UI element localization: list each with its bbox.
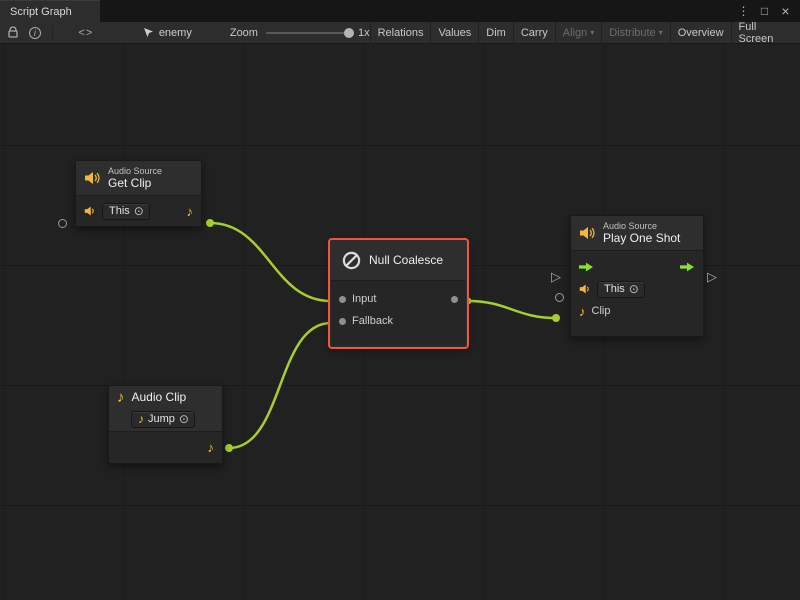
node-header: Null Coalesce — [331, 241, 466, 280]
script-graph-window: Script Graph ⋮ □ × i <> enemy Zoom 1x — [0, 0, 800, 600]
wire-output-to-clip[interactable] — [468, 301, 556, 318]
overview-button[interactable]: Overview — [670, 22, 731, 44]
flow-output-arrow-icon[interactable] — [680, 262, 695, 272]
node-title: Play One Shot — [603, 232, 680, 245]
node-get-clip[interactable]: Audio Source Get Clip This ⊙ ♪ — [75, 160, 202, 227]
close-icon[interactable]: × — [777, 2, 794, 20]
wire-getclip-to-input[interactable] — [210, 223, 331, 301]
wire-endpoint-dot — [225, 444, 233, 452]
fallback-port[interactable] — [339, 318, 346, 325]
fullscreen-button[interactable]: Full Screen — [731, 22, 800, 44]
graph-toolbar: i <> enemy Zoom 1x Relations Values Dim … — [0, 22, 800, 44]
node-title: Null Coalesce — [369, 254, 443, 267]
toolbar-separator — [52, 26, 53, 40]
clip-port-label: Clip — [592, 305, 611, 317]
node-play-one-shot[interactable]: Audio Source Play One Shot — [570, 215, 704, 337]
input-port-label: Input — [352, 293, 376, 305]
dim-button[interactable]: Dim — [478, 22, 513, 44]
tab-strip: Script Graph ⋮ □ × — [0, 0, 800, 22]
graph-reference[interactable]: enemy — [143, 27, 192, 39]
node-body: Input Fallback — [331, 280, 466, 346]
node-header: Audio Source Get Clip — [76, 161, 201, 195]
toolbar-buttons: Relations Values Dim Carry Align ▾ Distr… — [370, 22, 800, 44]
graph-name-label: enemy — [159, 27, 192, 39]
this-port-row: This ⊙ — [571, 278, 703, 300]
zoom-value: 1x — [358, 27, 370, 39]
wire-endpoint-dot — [552, 314, 560, 322]
chevron-down-icon: ▾ — [659, 29, 663, 37]
chevron-down-icon: ▾ — [590, 29, 594, 37]
this-object-picker[interactable]: This ⊙ — [597, 281, 645, 298]
node-body: This ⊙ ♪ — [76, 195, 201, 226]
pointer-icon — [143, 27, 154, 38]
object-picker-icon: ⊙ — [629, 283, 639, 295]
code-icon[interactable]: <> — [75, 22, 97, 44]
audio-source-icon — [579, 283, 591, 295]
node-null-coalesce[interactable]: Null Coalesce Input Fallback — [330, 240, 467, 347]
clip-output-port-icon[interactable]: ♪ — [187, 205, 194, 218]
node-title: Audio Clip — [132, 391, 187, 404]
carry-button[interactable]: Carry — [513, 22, 555, 44]
audio-source-icon — [84, 170, 101, 186]
node-audio-clip[interactable]: ♪ Audio Clip ♪ Jump ⊙ ♪ — [108, 385, 223, 464]
zoom-slider-knob[interactable] — [344, 28, 354, 38]
audio-clip-icon: ♪ — [117, 390, 125, 405]
node-header: Audio Source Play One Shot — [571, 216, 703, 250]
get-clip-this-input-port[interactable] — [58, 219, 67, 228]
zoom-label: Zoom — [230, 27, 258, 39]
relations-button[interactable]: Relations — [370, 22, 431, 44]
distribute-button[interactable]: Distribute ▾ — [601, 22, 669, 44]
object-picker-icon: ⊙ — [134, 205, 144, 217]
flow-output-external-port[interactable]: ▷ — [707, 270, 717, 283]
zoom-slider[interactable] — [266, 32, 350, 34]
flow-input-arrow-icon[interactable] — [579, 262, 594, 272]
node-body: ♪ — [109, 431, 222, 463]
wire-audioclip-to-fallback[interactable] — [229, 323, 331, 448]
input-port-row: Input — [331, 288, 466, 310]
result-output-port[interactable] — [451, 296, 458, 303]
null-coalesce-icon — [341, 250, 362, 271]
lock-icon[interactable] — [2, 22, 24, 44]
audio-source-icon — [84, 205, 96, 217]
node-title: Get Clip — [108, 177, 162, 190]
tab-label: Script Graph — [10, 6, 72, 18]
maximize-icon[interactable]: □ — [756, 2, 773, 20]
play-one-shot-this-input-port[interactable] — [555, 293, 564, 302]
values-button[interactable]: Values — [430, 22, 478, 44]
tab-script-graph[interactable]: Script Graph — [0, 0, 100, 22]
node-body: This ⊙ ♪ Clip — [571, 250, 703, 336]
flow-port-row — [571, 256, 703, 278]
clip-output-row: ♪ — [109, 432, 222, 463]
clip-output-port-icon[interactable]: ♪ — [208, 441, 215, 454]
object-picker-icon: ⊙ — [179, 413, 189, 425]
align-button[interactable]: Align ▾ — [555, 22, 601, 44]
audio-source-icon — [579, 225, 596, 241]
info-icon[interactable]: i — [24, 22, 46, 44]
menu-icon[interactable]: ⋮ — [735, 2, 752, 20]
graph-canvas[interactable]: Audio Source Get Clip This ⊙ ♪ — [0, 44, 800, 600]
node-header: ♪ Audio Clip — [109, 386, 222, 407]
wire-endpoint-dot — [206, 219, 214, 227]
window-controls: ⋮ □ × — [735, 0, 800, 22]
clip-input-port-icon[interactable]: ♪ — [579, 305, 586, 318]
flow-input-external-port[interactable]: ▷ — [551, 270, 561, 283]
this-port-row: This ⊙ ♪ — [76, 196, 201, 226]
input-port[interactable] — [339, 296, 346, 303]
fallback-port-label: Fallback — [352, 315, 393, 327]
clip-value-row: ♪ Jump ⊙ — [109, 407, 222, 431]
clip-object-picker[interactable]: ♪ Jump ⊙ — [131, 411, 195, 428]
this-object-picker[interactable]: This ⊙ — [102, 203, 150, 220]
music-note-icon: ♪ — [138, 413, 144, 425]
zoom-control: Zoom 1x — [230, 27, 370, 39]
fallback-port-row: Fallback — [331, 310, 466, 332]
clip-port-row: ♪ Clip — [571, 300, 703, 322]
